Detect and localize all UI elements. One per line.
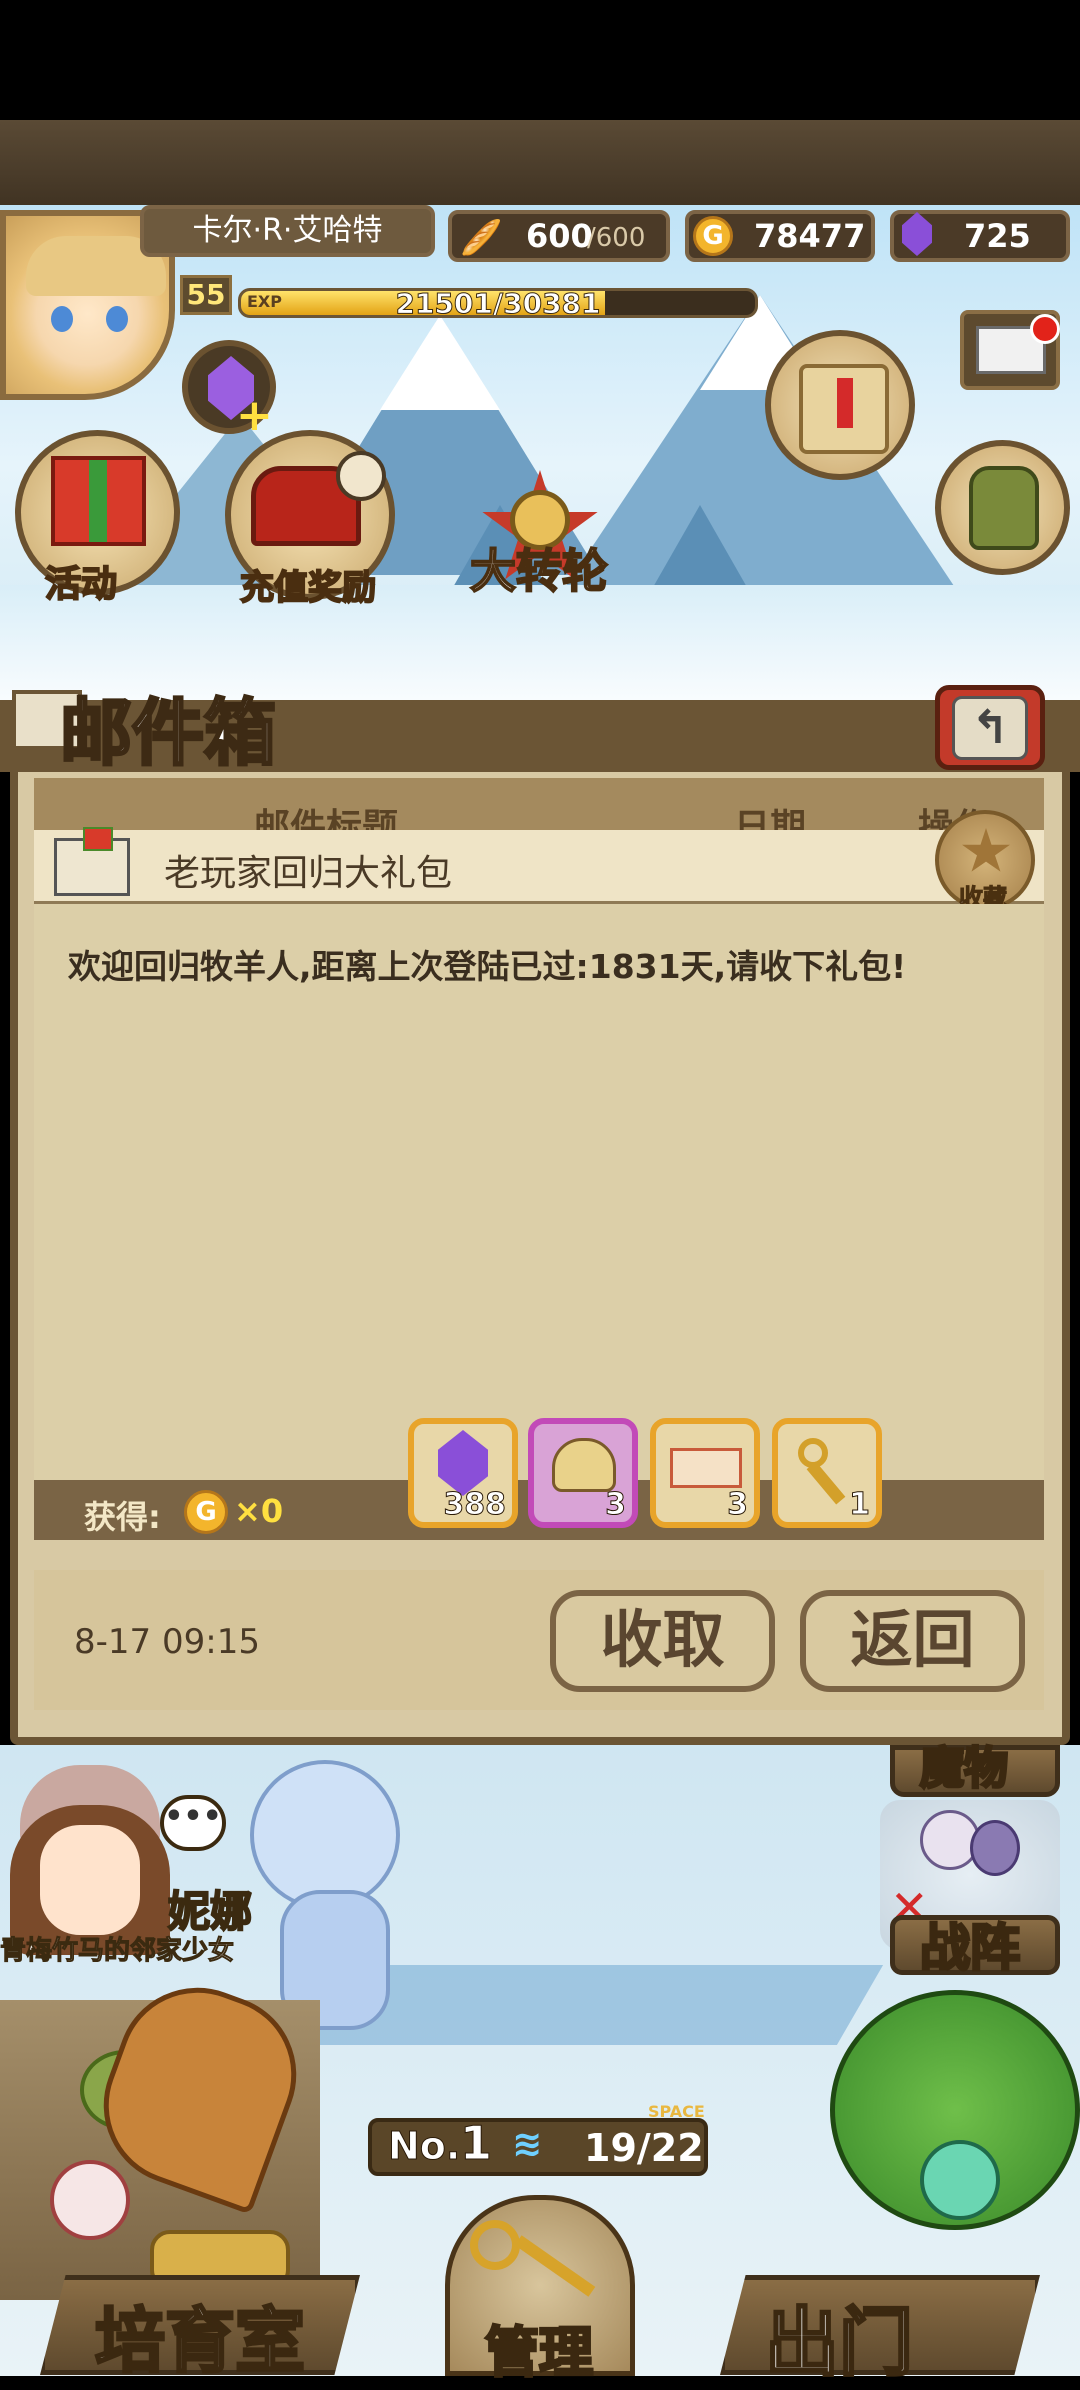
mail-body: 欢迎回归牧羊人,距离上次登陆已过:1831天,请收下礼包! bbox=[34, 904, 1044, 1484]
monster-sprite[interactable] bbox=[220, 1760, 420, 2040]
player-name-plate: 卡尔·R·艾哈特 bbox=[140, 205, 435, 257]
mail-date: 8-17 09:15 bbox=[74, 1622, 260, 1662]
ranking-label: No. bbox=[387, 2124, 461, 2169]
npc-title: 青梅竹马的邻家少女 bbox=[0, 1936, 235, 1967]
gift-mail-icon bbox=[54, 827, 130, 896]
reward-qty: 3 bbox=[727, 1487, 749, 1523]
mail-column-header: 邮件标题 日期 操作 bbox=[34, 778, 1044, 838]
scroll-icon bbox=[799, 364, 889, 454]
exit-label: 出门 bbox=[764, 2299, 915, 2388]
treasure-bag-icon bbox=[552, 1438, 616, 1492]
ticket-icon bbox=[670, 1448, 742, 1488]
mail-body-text: 欢迎回归牧羊人,距离上次登陆已过:1831天,请收下礼包! bbox=[68, 947, 907, 986]
player-name: 卡尔·R·艾哈特 bbox=[192, 213, 383, 248]
nursery-label: 培育室 bbox=[94, 2298, 307, 2384]
star-icon bbox=[962, 828, 1010, 872]
clock-icon bbox=[336, 451, 386, 501]
mail-subject-row: 老玩家回归大礼包 bbox=[34, 827, 1044, 904]
stamina-max: /600 bbox=[587, 223, 646, 253]
reward-qty: 1 bbox=[849, 1487, 871, 1523]
recharge-label: 充值奖励 bbox=[239, 567, 377, 609]
mail-button[interactable] bbox=[960, 310, 1060, 390]
gold-coin-icon: G bbox=[693, 216, 733, 256]
reward-qty: 3 bbox=[605, 1487, 627, 1523]
quest-scroll-button[interactable] bbox=[765, 330, 915, 480]
key-ring-icon bbox=[470, 2220, 520, 2270]
chat-bubble-icon[interactable]: ••• bbox=[160, 1795, 226, 1851]
gold-amount: 78477 bbox=[754, 217, 866, 255]
monster-capacity-bar: No. 1 ≋ 19/22 SPACE bbox=[368, 2102, 708, 2176]
reward-slot-ticket[interactable]: 3 bbox=[650, 1418, 760, 1528]
egg-icon bbox=[50, 2160, 130, 2240]
reward-qty: 388 bbox=[443, 1487, 507, 1523]
exit-tree[interactable] bbox=[830, 1990, 1080, 2290]
back-arrow-icon: ↰ bbox=[952, 696, 1028, 760]
exp-bar: EXP 21501/30381 bbox=[238, 288, 758, 318]
npc-portrait[interactable] bbox=[0, 1755, 180, 1955]
gold-counter[interactable]: G 78477 bbox=[685, 210, 875, 262]
collect-button[interactable]: 收取 bbox=[550, 1590, 775, 1692]
capacity-count: 19/22 bbox=[584, 2126, 704, 2170]
player-level: 55 bbox=[180, 275, 232, 315]
close-mailbox-button[interactable]: ↰ bbox=[935, 685, 1045, 770]
status-bar bbox=[0, 0, 1080, 120]
formation-label: 战阵 bbox=[919, 1917, 1022, 1979]
stamina-current: 600 bbox=[526, 217, 593, 255]
mail-subject: 老玩家回归大礼包 bbox=[164, 853, 453, 894]
top-wood-band bbox=[0, 120, 1080, 210]
manage-label: 管理 bbox=[484, 2319, 595, 2386]
bread-icon: 🥖 bbox=[460, 218, 503, 258]
buy-gems-button[interactable]: + bbox=[182, 340, 276, 441]
npc-face bbox=[40, 1825, 140, 1935]
gold-coin-icon: G bbox=[184, 1490, 228, 1534]
space-label: SPACE bbox=[648, 2102, 705, 2121]
reward-slot-gems[interactable]: 388 bbox=[408, 1418, 518, 1528]
water-icon: ≋ bbox=[512, 2124, 543, 2165]
purple-gem-icon bbox=[902, 212, 932, 256]
gem-counter[interactable]: 725 bbox=[890, 210, 1070, 262]
event-label: 活动 bbox=[44, 563, 118, 606]
ranking-value: 1 bbox=[459, 2116, 493, 2171]
portal-icon bbox=[920, 2140, 1000, 2220]
reward-slot-bag[interactable]: 3 bbox=[528, 1418, 638, 1528]
favorite-button[interactable]: 收藏 bbox=[935, 810, 1035, 913]
stamina-counter[interactable]: 🥖 600 /600 bbox=[448, 210, 670, 262]
reward-slot-key[interactable]: 1 bbox=[772, 1418, 882, 1528]
monster-tab-label: 魔物 bbox=[919, 1742, 1010, 1796]
mailbox-title: 邮件箱 bbox=[58, 689, 277, 777]
exp-text: 21501/30381 bbox=[395, 288, 601, 318]
reward-label: 获得: bbox=[84, 1498, 161, 1536]
avatar-eye bbox=[51, 306, 73, 332]
plus-icon: + bbox=[236, 390, 273, 441]
backpack-button[interactable] bbox=[935, 440, 1070, 575]
gem-amount: 725 bbox=[964, 217, 1031, 255]
avatar-eye bbox=[106, 306, 128, 332]
notification-dot bbox=[1030, 314, 1060, 344]
back-button[interactable]: 返回 bbox=[800, 1590, 1025, 1692]
gift-box-icon bbox=[51, 456, 146, 546]
backpack-icon bbox=[969, 466, 1039, 550]
big-wheel-label: 大转轮 bbox=[469, 543, 609, 599]
gold-reward: ×0 bbox=[234, 1492, 284, 1530]
